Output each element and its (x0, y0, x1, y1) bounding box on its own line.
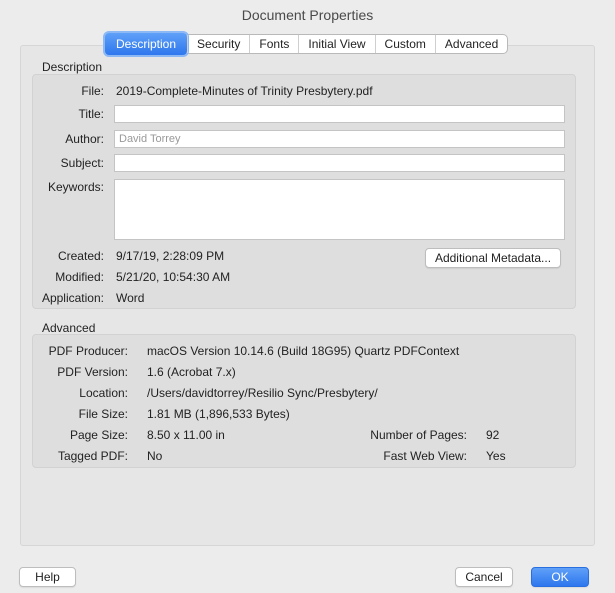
tab-advanced[interactable]: Advanced (434, 35, 507, 53)
tagged-pdf-label: Tagged PDF: (57, 449, 128, 463)
title-label: Title: (78, 107, 104, 121)
cancel-button[interactable]: Cancel (455, 567, 513, 587)
location-value: /Users/davidtorrey/Resilio Sync/Presbyte… (147, 386, 378, 400)
keywords-label: Keywords: (47, 180, 104, 194)
file-label: File: (81, 84, 104, 98)
title-field[interactable] (114, 105, 565, 123)
page-size-label: Page Size: (69, 428, 128, 442)
author-label: Author: (65, 132, 104, 146)
created-label: Created: (57, 249, 104, 263)
fast-web-view-value: Yes (486, 449, 506, 463)
window-title: Document Properties (241, 7, 374, 23)
ok-button[interactable]: OK (531, 567, 589, 587)
subject-label: Subject: (60, 156, 104, 170)
subject-field[interactable] (114, 154, 565, 172)
tab-initial-view[interactable]: Initial View (298, 35, 374, 53)
page-size-value: 8.50 x 11.00 in (147, 428, 225, 442)
tab-fonts[interactable]: Fonts (249, 35, 298, 53)
application-label: Application: (41, 291, 104, 305)
description-group-title: Description (42, 60, 103, 74)
fast-web-view-label: Fast Web View: (383, 449, 467, 463)
number-of-pages-value: 92 (486, 428, 500, 442)
additional-metadata-button[interactable]: Additional Metadata... (425, 248, 561, 268)
file-size-label: File Size: (78, 407, 128, 421)
tab-custom[interactable]: Custom (374, 35, 435, 53)
file-value: 2019-Complete-Minutes of Trinity Presbyt… (116, 84, 373, 98)
pdf-version-label: PDF Version: (57, 365, 128, 379)
pdf-producer-label: PDF Producer: (48, 344, 128, 358)
pdf-version-value: 1.6 (Acrobat 7.x) (147, 365, 236, 379)
location-label: Location: (79, 386, 128, 400)
tab-security[interactable]: Security (187, 35, 249, 53)
application-value: Word (116, 291, 145, 305)
keywords-field[interactable] (114, 179, 565, 240)
pdf-producer-value: macOS Version 10.14.6 (Build 18G95) Quar… (147, 344, 460, 358)
tab-bar: Description Security Fonts Initial View … (104, 33, 509, 55)
number-of-pages-label: Number of Pages: (370, 428, 467, 442)
created-value: 9/17/19, 2:28:09 PM (116, 249, 225, 263)
file-size-value: 1.81 MB (1,896,533 Bytes) (147, 407, 290, 421)
advanced-group-title: Advanced (42, 321, 96, 335)
author-field[interactable] (114, 130, 565, 148)
help-button[interactable]: Help (19, 567, 76, 587)
modified-value: 5/21/20, 10:54:30 AM (116, 270, 231, 284)
tagged-pdf-value: No (147, 449, 163, 463)
modified-label: Modified: (55, 270, 104, 284)
tab-description[interactable]: Description (105, 33, 188, 55)
